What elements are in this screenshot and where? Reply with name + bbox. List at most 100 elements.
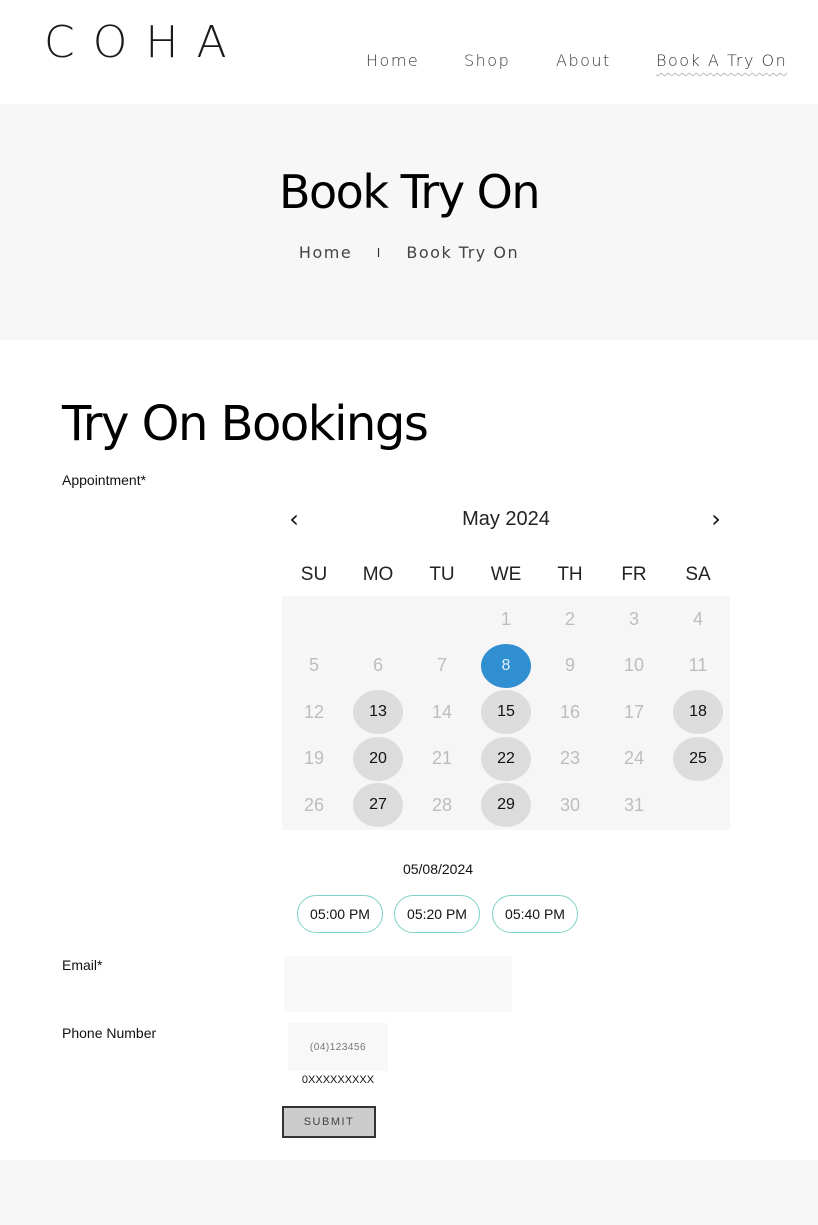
phone-format-hint: 0XXXXXXXXX <box>301 1074 375 1086</box>
day-number: 31 <box>623 794 645 815</box>
weekday-label: SU <box>300 564 328 585</box>
calendar-day-disabled: 19 <box>282 736 346 783</box>
day-number: 21 <box>431 748 453 769</box>
calendar-day-disabled: 6 <box>346 643 410 690</box>
calendar-day-disabled: 21 <box>410 736 474 783</box>
email-input[interactable] <box>284 956 512 1012</box>
calendar-day-available[interactable]: 20 <box>346 736 410 783</box>
calendar-day-available[interactable]: 25 <box>666 736 730 783</box>
nav-home[interactable]: Home <box>366 50 419 72</box>
time-slot-button[interactable]: 05:00 PM <box>297 895 383 933</box>
calendar-day-available[interactable]: 27 <box>346 782 410 829</box>
day-number: 23 <box>559 748 581 769</box>
footer <box>0 1160 818 1225</box>
day-number: 10 <box>623 655 645 676</box>
nav-shop[interactable]: Shop <box>464 50 510 72</box>
calendar-header: ‹ May 2024 › <box>282 500 730 540</box>
calendar-day-disabled: 11 <box>666 643 730 690</box>
calendar-day-disabled: 2 <box>538 596 602 643</box>
weekday-label: TU <box>429 564 455 585</box>
main-nav: Home Shop About Book A Try On <box>0 50 818 74</box>
calendar-day-disabled: 17 <box>602 689 666 736</box>
calendar-day-available[interactable]: 13 <box>346 689 410 736</box>
day-number: 20 <box>353 736 403 781</box>
breadcrumb-current: Book Try On <box>406 243 520 262</box>
day-number: 6 <box>372 655 383 676</box>
nav-book-try-on[interactable]: Book A Try On <box>656 50 787 72</box>
day-number: 2 <box>564 608 575 629</box>
day-number: 30 <box>559 794 581 815</box>
calendar-day-disabled: 10 <box>602 643 666 690</box>
day-number: 18 <box>673 690 723 735</box>
day-number: 26 <box>303 794 325 815</box>
calendar-day-disabled: 31 <box>602 782 666 829</box>
calendar-day-disabled: 12 <box>282 689 346 736</box>
calendar-day-disabled: 7 <box>410 643 474 690</box>
day-number: 4 <box>692 608 703 629</box>
hero-banner: Book Try On Home I Book Try On <box>0 104 818 340</box>
phone-label: Phone Number <box>62 1025 157 1041</box>
selected-date: 05/08/2024 <box>402 861 474 877</box>
day-number: 16 <box>559 701 581 722</box>
calendar-day-disabled: 1 <box>474 596 538 643</box>
calendar-day-disabled: 24 <box>602 736 666 783</box>
site-header: COHA Home Shop About Book A Try On <box>0 0 818 104</box>
day-number: 5 <box>308 655 319 676</box>
day-number: 12 <box>303 701 325 722</box>
submit-button[interactable]: SUBMIT <box>282 1106 376 1138</box>
nav-about[interactable]: About <box>556 50 611 72</box>
weekday-label: SA <box>685 564 711 585</box>
calendar-day-disabled: 23 <box>538 736 602 783</box>
calendar-weekdays: SU MO TU WE TH FR SA <box>282 564 730 588</box>
day-number: 3 <box>628 608 639 629</box>
empty-day-cell <box>346 596 410 643</box>
calendar-day-disabled: 14 <box>410 689 474 736</box>
calendar-day-available[interactable]: 15 <box>474 689 538 736</box>
day-number: 9 <box>564 655 575 676</box>
calendar-day-disabled: 28 <box>410 782 474 829</box>
calendar-day-disabled: 16 <box>538 689 602 736</box>
calendar-day-disabled: 4 <box>666 596 730 643</box>
day-number: 19 <box>303 748 325 769</box>
calendar-day-disabled: 5 <box>282 643 346 690</box>
calendar-day-selected[interactable]: 8 <box>474 643 538 690</box>
appointment-label: Appointment* <box>62 472 147 488</box>
day-number: 13 <box>353 690 403 735</box>
weekday-label: WE <box>490 564 522 585</box>
calendar-month-label: May 2024 <box>462 508 550 530</box>
breadcrumb: Home I Book Try On <box>0 242 818 264</box>
calendar-day-available[interactable]: 22 <box>474 736 538 783</box>
calendar-day-available[interactable]: 18 <box>666 689 730 736</box>
day-number: 25 <box>673 736 723 781</box>
breadcrumb-home[interactable]: Home <box>299 243 352 262</box>
page-title: Try On Bookings <box>62 396 429 452</box>
day-number: 15 <box>481 690 531 735</box>
calendar: ‹ May 2024 › SU MO TU WE TH FR SA 1 2 3 4 5 6 7 8 9 10 1… <box>282 500 730 830</box>
day-number: 1 <box>500 608 511 629</box>
email-label: Email* <box>62 957 103 973</box>
breadcrumb-separator: I <box>376 245 382 260</box>
day-number: 29 <box>481 783 531 828</box>
day-number: 22 <box>481 736 531 781</box>
day-number: 11 <box>688 655 708 676</box>
day-number: 28 <box>431 794 453 815</box>
calendar-day-disabled: 3 <box>602 596 666 643</box>
weekday-label: TH <box>557 564 583 585</box>
calendar-day-disabled: 30 <box>538 782 602 829</box>
chevron-right-icon[interactable]: › <box>704 506 728 532</box>
day-number: 7 <box>436 655 447 676</box>
day-number: 8 <box>481 643 531 688</box>
phone-input[interactable] <box>288 1023 388 1071</box>
day-number: 14 <box>431 701 453 722</box>
day-number: 24 <box>623 748 645 769</box>
day-number: 17 <box>623 701 645 722</box>
time-slot-button[interactable]: 05:20 PM <box>394 895 480 933</box>
day-number: 27 <box>353 783 403 828</box>
weekday-label: MO <box>362 564 394 585</box>
empty-day-cell <box>410 596 474 643</box>
time-slot-button[interactable]: 05:40 PM <box>492 895 578 933</box>
calendar-day-available[interactable]: 29 <box>474 782 538 829</box>
empty-day-cell <box>282 596 346 643</box>
calendar-day-disabled: 9 <box>538 643 602 690</box>
calendar-day-disabled: 26 <box>282 782 346 829</box>
